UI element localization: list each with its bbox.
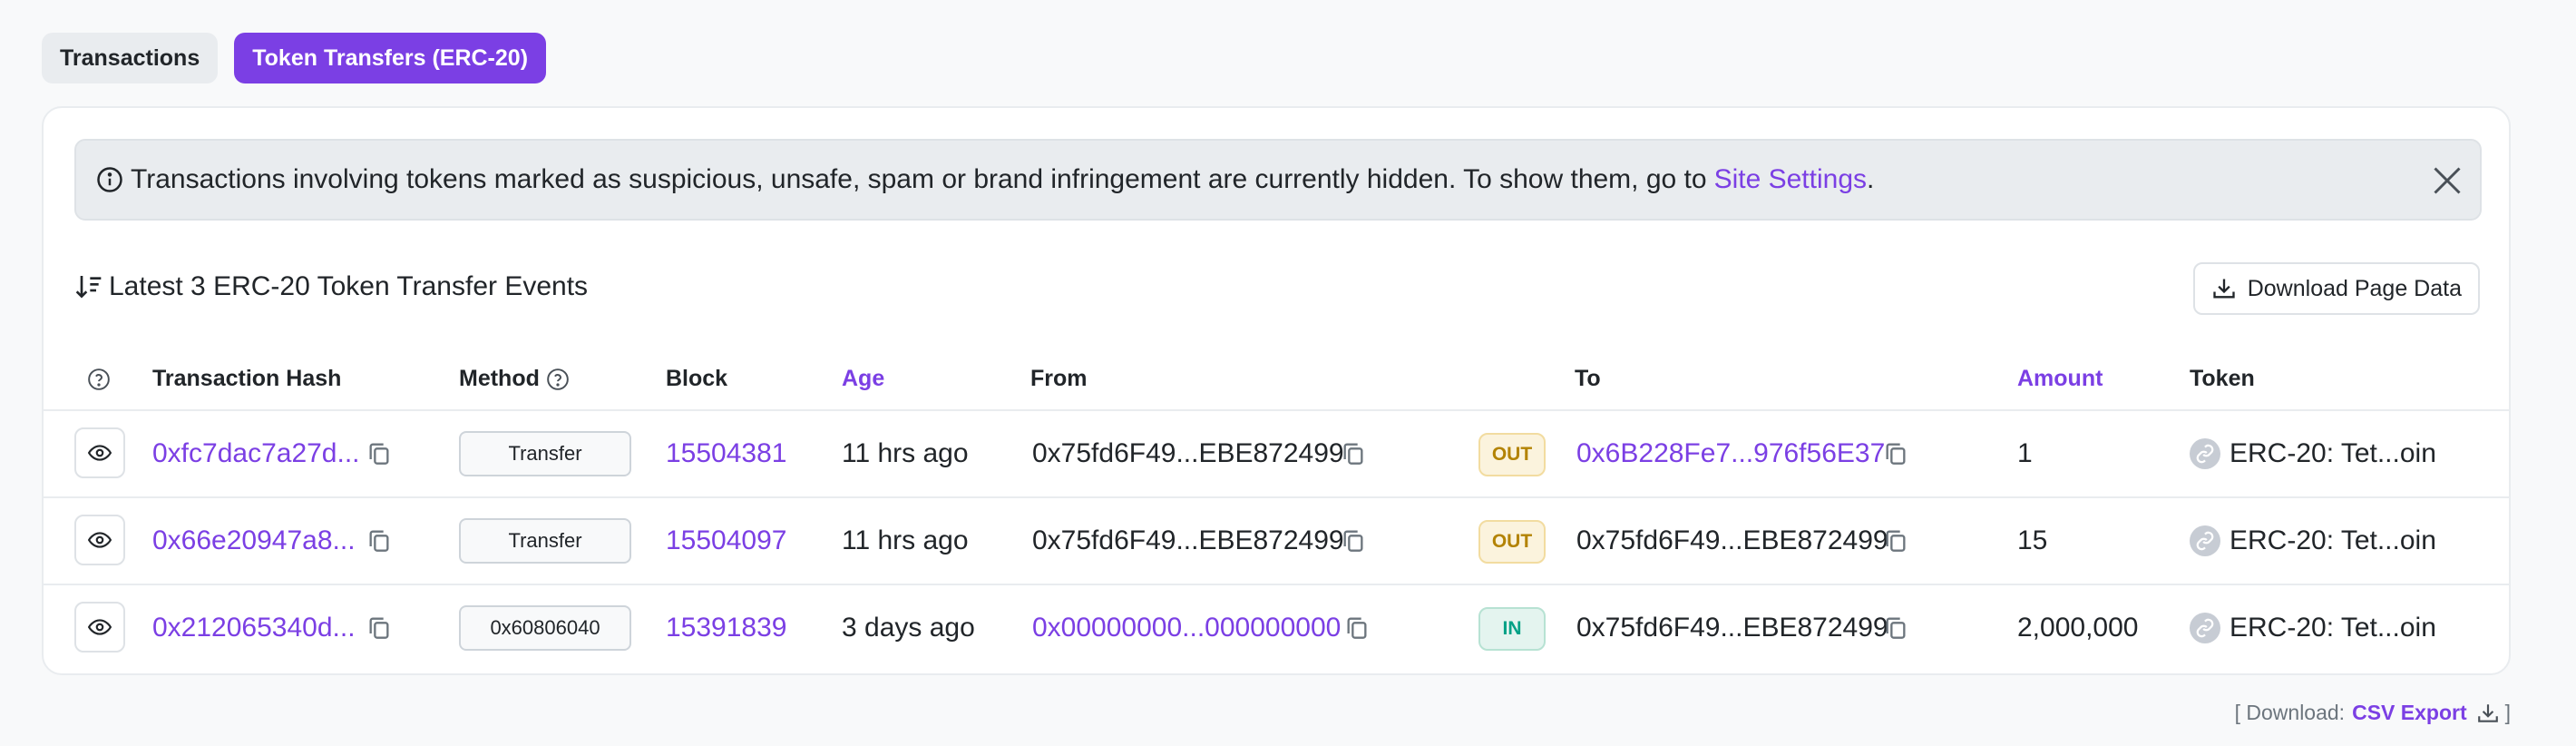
col-method-wrap: Method [459,366,570,392]
tab-transactions[interactable]: Transactions [42,33,219,83]
tab-token-transfers[interactable]: Token Transfers (ERC-20) [234,33,547,83]
col-token: Token [2190,366,2255,391]
copy-icon[interactable] [1344,614,1370,640]
method-help-icon[interactable] [546,368,570,391]
transfers-card: Transactions involving tokens marked as … [42,106,2511,675]
copy-icon[interactable] [1341,440,1366,466]
transaction-hash-link[interactable]: 0xfc7dac7a27d... [152,438,360,469]
to-address: 0x75fd6F49...EBE872499 [1576,525,1888,555]
site-settings-link[interactable]: Site Settings [1714,164,1867,195]
tab-bar: Transactions Token Transfers (ERC-20) [42,33,547,83]
section-heading: Latest 3 ERC-20 Token Transfer Events [74,271,588,302]
table-row: 0x212065340d... 0x60806040 15391839 3 da… [44,585,2509,672]
token-icon [2190,613,2220,643]
download-icon [2213,279,2235,299]
direction-badge: OUT [1478,433,1546,476]
copy-icon[interactable] [366,614,392,640]
token-link[interactable]: ERC-20: Tet...oin [2230,525,2436,556]
download-icon[interactable] [2476,702,2500,725]
eye-icon [88,445,112,461]
copy-icon[interactable] [366,440,392,466]
csv-export-link[interactable]: CSV Export [2352,701,2467,725]
copy-icon[interactable] [1883,440,1908,466]
footer-suffix: ] [2504,701,2511,724]
col-block: Block [666,366,728,391]
download-button-label: Download Page Data [2247,275,2462,301]
copy-icon[interactable] [1883,614,1908,640]
to-address-link[interactable]: 0x6B228Fe7...976f56E37 [1576,438,1885,469]
col-transaction-hash: Transaction Hash [152,366,342,391]
age-text: 11 hrs ago [842,525,969,555]
amount-value: 1 [2017,438,2033,468]
method-badge: Transfer [459,518,631,564]
table-header: Transaction Hash Method Block Age From T… [44,346,2509,411]
view-details-button[interactable] [74,515,125,565]
col-amount[interactable]: Amount [2017,366,2103,392]
copy-icon[interactable] [1341,527,1366,553]
sort-descending-icon [75,276,102,299]
hidden-tokens-notice: Transactions involving tokens marked as … [74,139,2482,221]
table-row: 0xfc7dac7a27d... Transfer 15504381 11 hr… [44,411,2509,498]
transaction-hash-link[interactable]: 0x66e20947a8... [152,525,356,556]
csv-download-footer: [ Download: CSV Export ] [2235,701,2511,725]
footer-prefix: [ Download: [2234,701,2346,724]
heading-text: Latest 3 ERC-20 Token Transfer Events [109,271,589,301]
download-page-data-button[interactable]: Download Page Data [2192,262,2480,315]
col-from: From [1030,366,1088,391]
col-method: Method [459,366,540,391]
info-icon [97,167,122,192]
eye-icon [88,619,112,635]
to-address: 0x75fd6F49...EBE872499 [1576,613,1888,643]
amount-value: 15 [2017,525,2048,555]
from-address: 0x75fd6F49...EBE872499 [1032,525,1344,555]
method-badge: 0x60806040 [459,605,631,651]
close-icon[interactable] [2431,164,2464,197]
amount-value: 2,000,000 [2017,613,2139,643]
notice-suffix: . [1867,164,1875,194]
token-icon [2190,438,2220,469]
table-row: 0x66e20947a8... Transfer 15504097 11 hrs… [44,498,2509,585]
block-link[interactable]: 15504097 [666,525,786,556]
block-link[interactable]: 15391839 [666,613,786,643]
method-badge: Transfer [459,431,631,476]
notice-text: Transactions involving tokens marked as … [131,164,1707,194]
token-link[interactable]: ERC-20: Tet...oin [2230,613,2436,643]
transaction-hash-link[interactable]: 0x212065340d... [152,613,356,643]
token-icon [2190,525,2220,556]
col-to: To [1575,366,1601,391]
copy-icon[interactable] [1883,527,1908,553]
age-text: 11 hrs ago [842,438,969,468]
col-age[interactable]: Age [842,366,884,392]
eye-icon [88,532,112,548]
block-link[interactable]: 15504381 [666,438,786,469]
age-text: 3 days ago [842,613,975,643]
token-link[interactable]: ERC-20: Tet...oin [2230,438,2436,469]
from-address: 0x75fd6F49...EBE872499 [1032,438,1344,468]
direction-badge: OUT [1478,520,1546,564]
help-icon[interactable] [87,366,111,392]
direction-badge: IN [1478,607,1546,651]
view-details-button[interactable] [74,602,125,653]
from-address-link[interactable]: 0x00000000...000000000 [1032,613,1341,643]
view-details-button[interactable] [74,427,125,478]
copy-icon[interactable] [366,527,392,553]
